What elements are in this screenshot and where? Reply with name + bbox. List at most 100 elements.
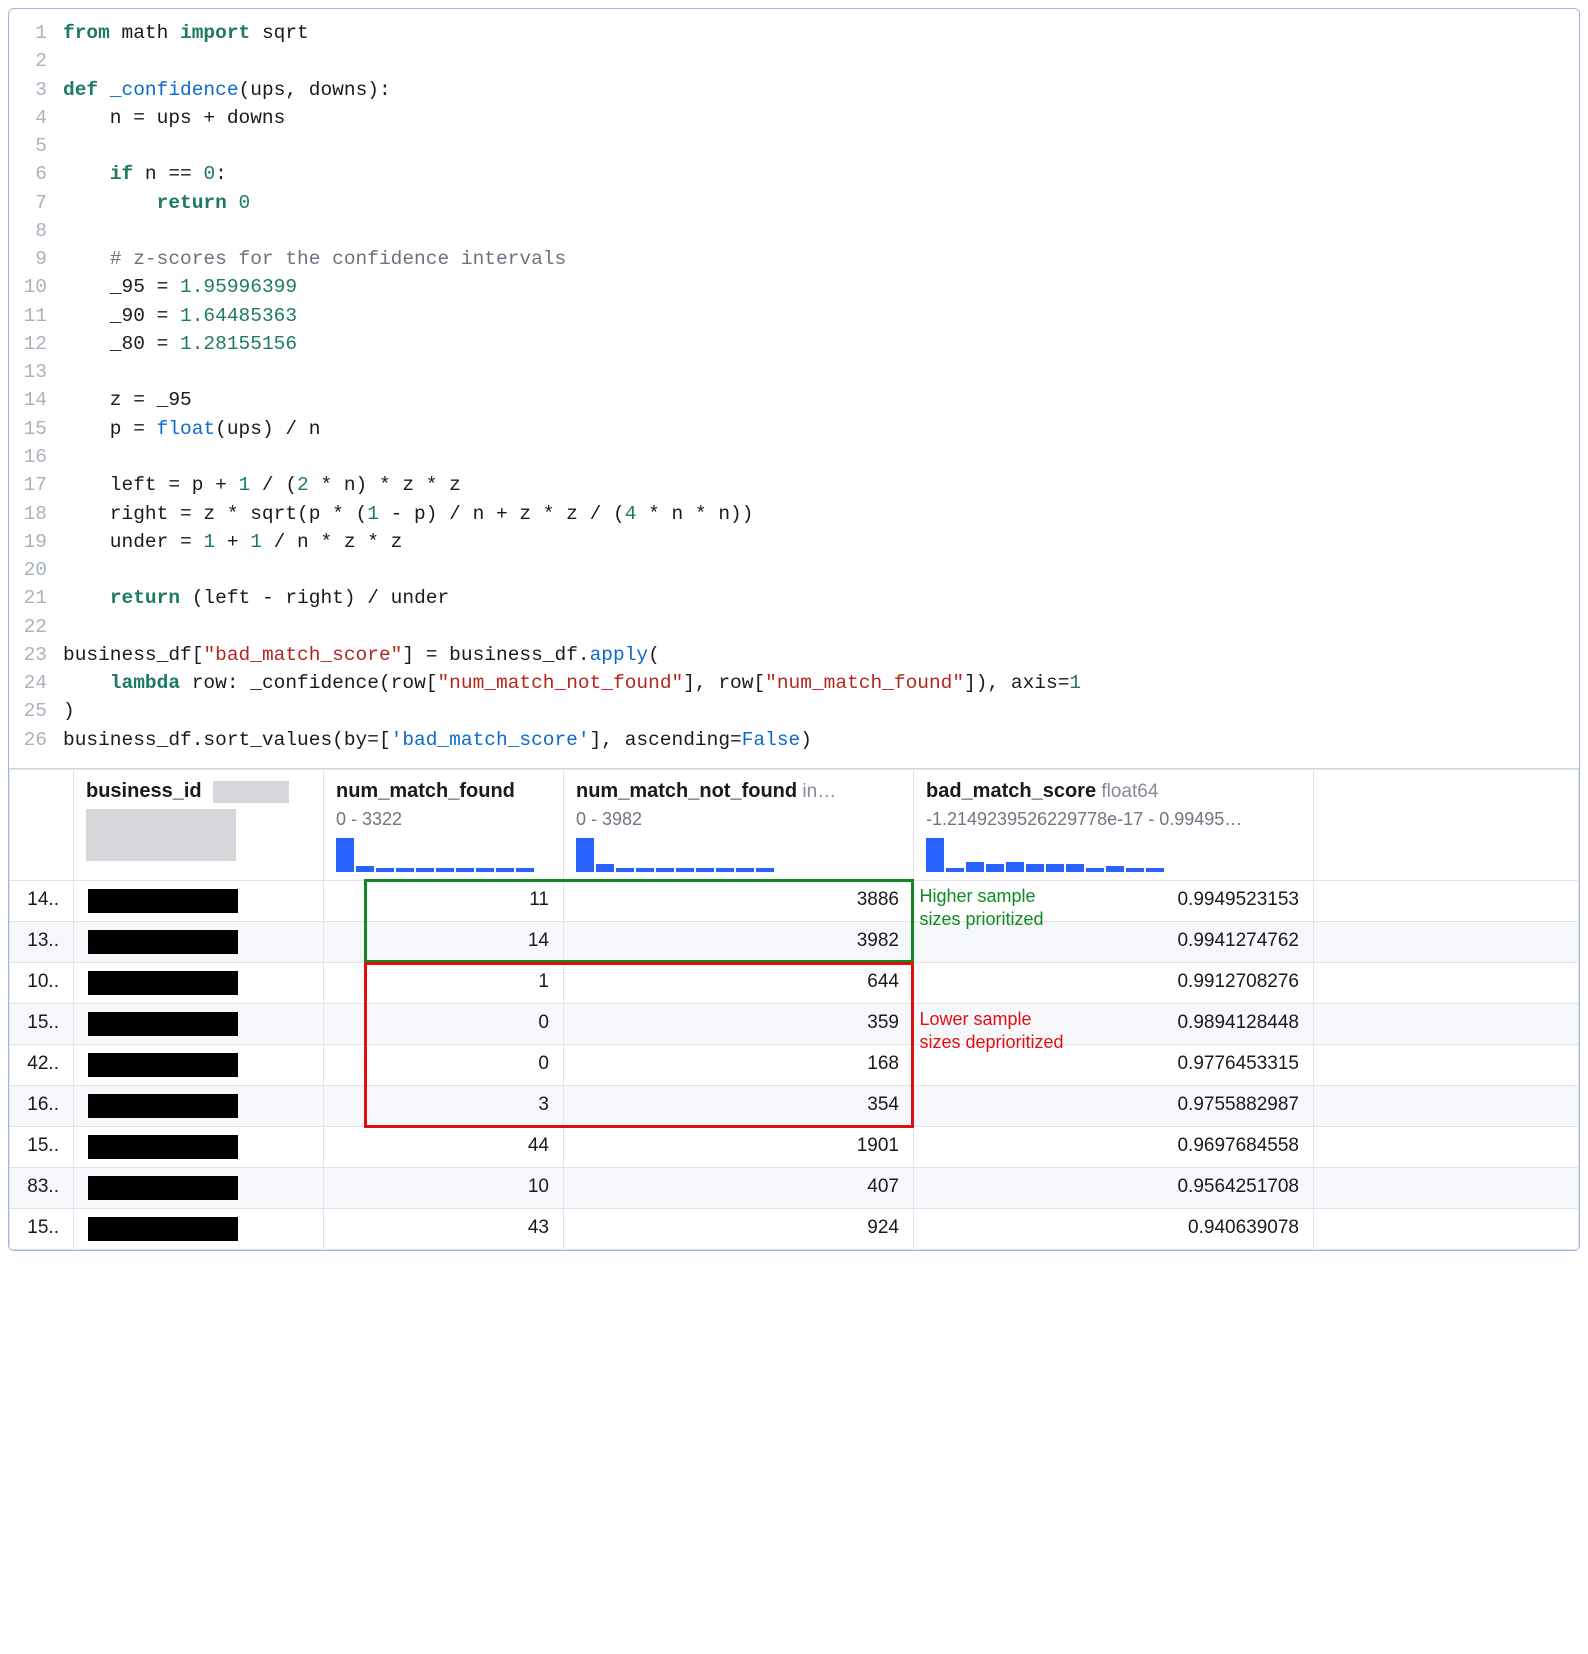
code-line[interactable]: 23business_df["bad_match_score"] = busin… [9,641,1579,669]
code-line[interactable]: 16 [9,443,1579,471]
code-line[interactable]: 20 [9,556,1579,584]
col-header-business-id[interactable]: business_id [74,769,324,880]
code-line[interactable]: 9 # z-scores for the confidence interval… [9,245,1579,273]
notebook-cell: 1from math import sqrt23def _confidence(… [8,8,1580,1251]
line-number: 8 [9,217,63,245]
col-name: business_id [86,780,202,802]
code-line[interactable]: 5 [9,132,1579,160]
cell-num-match-found: 44 [324,1126,564,1167]
col-name: num_match_found [336,780,515,802]
cell-business-id [74,1003,324,1044]
code-content: return 0 [63,189,1579,217]
col-name: num_match_not_found [576,780,797,802]
cell-num-match-not-found: 407 [564,1167,914,1208]
code-content: ) [63,697,1579,725]
cell-padding [1314,1167,1579,1208]
table-row[interactable]: 15..03590.9894128448 [10,1003,1579,1044]
code-content [63,132,1579,160]
col-histogram [336,838,551,872]
code-line[interactable]: 24 lambda row: _confidence(row["num_matc… [9,669,1579,697]
line-number: 26 [9,726,63,754]
dataframe-table[interactable]: business_id num_match_found 0 - 3322 num… [9,769,1579,1250]
code-line[interactable]: 18 right = z * sqrt(p * (1 - p) / n + z … [9,500,1579,528]
cell-padding [1314,1126,1579,1167]
col-header-bad-match-score[interactable]: bad_match_score float64 -1.2149239526229… [914,769,1314,880]
cell-num-match-not-found: 3886 [564,880,914,921]
line-number: 19 [9,528,63,556]
cell-business-id [74,1044,324,1085]
col-header-num-match-not-found[interactable]: num_match_not_found in… 0 - 3982 [564,769,914,880]
code-content: _95 = 1.95996399 [63,273,1579,301]
code-editor[interactable]: 1from math import sqrt23def _confidence(… [9,9,1579,768]
table-header-row: business_id num_match_found 0 - 3322 num… [10,769,1579,880]
cell-bad-match-score: 0.9697684558 [914,1126,1314,1167]
code-line[interactable]: 6 if n == 0: [9,160,1579,188]
table-row[interactable]: 15..439240.940639078 [10,1208,1579,1249]
line-number: 22 [9,613,63,641]
code-line[interactable]: 3def _confidence(ups, downs): [9,76,1579,104]
code-content [63,443,1579,471]
code-line[interactable]: 8 [9,217,1579,245]
col-type: float64 [1101,781,1158,802]
table-row[interactable]: 16..33540.9755882987 [10,1085,1579,1126]
code-content: _80 = 1.28155156 [63,330,1579,358]
cell-num-match-found: 0 [324,1044,564,1085]
code-line[interactable]: 10 _95 = 1.95996399 [9,273,1579,301]
code-line[interactable]: 4 n = ups + downs [9,104,1579,132]
line-number: 13 [9,358,63,386]
line-number: 1 [9,19,63,47]
line-number: 16 [9,443,63,471]
cell-index: 42.. [10,1044,74,1085]
cell-num-match-not-found: 168 [564,1044,914,1085]
line-number: 23 [9,641,63,669]
line-number: 18 [9,500,63,528]
cell-index: 13.. [10,921,74,962]
col-header-index[interactable] [10,769,74,880]
cell-business-id [74,921,324,962]
code-content: def _confidence(ups, downs): [63,76,1579,104]
line-number: 20 [9,556,63,584]
table-row[interactable]: 13..1439820.9941274762 [10,921,1579,962]
redacted-value [88,889,238,913]
line-number: 25 [9,697,63,725]
table-row[interactable]: 10..16440.9912708276 [10,962,1579,1003]
code-line[interactable]: 21 return (left - right) / under [9,584,1579,612]
cell-num-match-not-found: 1901 [564,1126,914,1167]
code-line[interactable]: 12 _80 = 1.28155156 [9,330,1579,358]
cell-padding [1314,880,1579,921]
output-dataframe-area: business_id num_match_found 0 - 3322 num… [9,768,1579,1250]
cell-business-id [74,880,324,921]
code-line[interactable]: 22 [9,613,1579,641]
code-content: lambda row: _confidence(row["num_match_n… [63,669,1579,697]
code-content: n = ups + downs [63,104,1579,132]
redacted-value [88,1135,238,1159]
code-line[interactable]: 15 p = float(ups) / n [9,415,1579,443]
code-line[interactable]: 11 _90 = 1.64485363 [9,302,1579,330]
cell-bad-match-score: 0.9564251708 [914,1167,1314,1208]
redacted-summary [86,809,236,861]
code-line[interactable]: 17 left = p + 1 / (2 * n) * z * z [9,471,1579,499]
code-line[interactable]: 1from math import sqrt [9,19,1579,47]
code-line[interactable]: 19 under = 1 + 1 / n * z * z [9,528,1579,556]
code-line[interactable]: 2 [9,47,1579,75]
line-number: 9 [9,245,63,273]
cell-bad-match-score: 0.9949523153 [914,880,1314,921]
col-header-num-match-found[interactable]: num_match_found 0 - 3322 [324,769,564,880]
cell-num-match-not-found: 3982 [564,921,914,962]
code-line[interactable]: 25) [9,697,1579,725]
table-row[interactable]: 42..01680.9776453315 [10,1044,1579,1085]
table-row[interactable]: 15..4419010.9697684558 [10,1126,1579,1167]
code-line[interactable]: 13 [9,358,1579,386]
line-number: 17 [9,471,63,499]
code-content: under = 1 + 1 / n * z * z [63,528,1579,556]
code-line[interactable]: 26business_df.sort_values(by=['bad_match… [9,726,1579,754]
code-content: return (left - right) / under [63,584,1579,612]
line-number: 2 [9,47,63,75]
code-line[interactable]: 7 return 0 [9,189,1579,217]
col-histogram [576,838,901,872]
code-content: # z-scores for the confidence intervals [63,245,1579,273]
cell-bad-match-score: 0.9894128448 [914,1003,1314,1044]
code-line[interactable]: 14 z = _95 [9,386,1579,414]
table-row[interactable]: 14..1138860.9949523153 [10,880,1579,921]
table-row[interactable]: 83..104070.9564251708 [10,1167,1579,1208]
